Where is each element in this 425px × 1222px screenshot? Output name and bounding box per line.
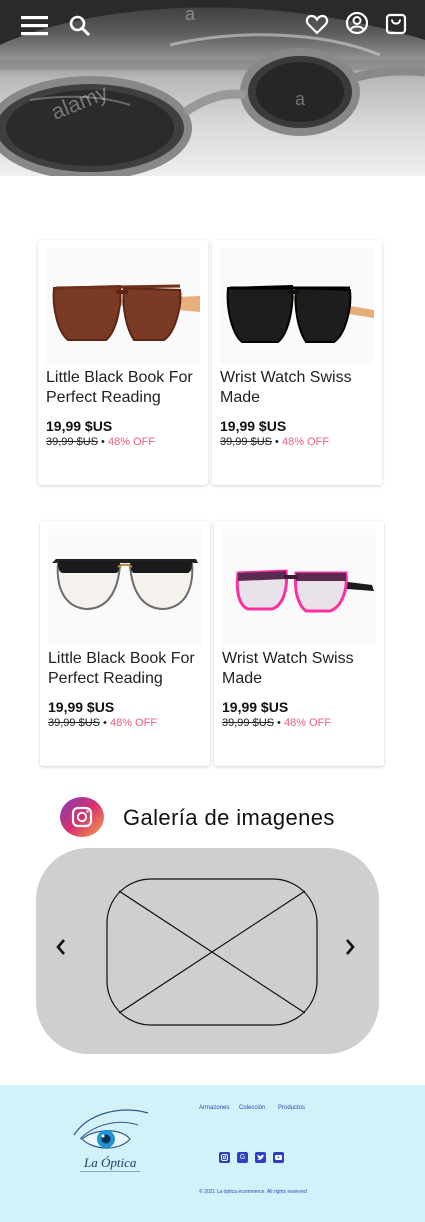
product-title[interactable]: Little Black Book For Perfect Reading [46, 368, 206, 408]
footer: La Óptica Armazones Colección Productos … [0, 1085, 425, 1222]
shopping-bag-icon[interactable] [384, 11, 408, 40]
product-price: 19,99 $US [220, 418, 287, 434]
product-title[interactable]: Wrist Watch Swiss Made [220, 368, 380, 408]
svg-text:a: a [185, 4, 196, 24]
product-card[interactable]: Little Black Book For Perfect Reading 19… [40, 521, 210, 766]
product-old-price-row: 39,99 $US • 48% OFF [222, 717, 331, 729]
menu-icon[interactable] [20, 14, 50, 43]
twitter-icon[interactable] [255, 1152, 266, 1163]
product-title[interactable]: Little Black Book For Perfect Reading [48, 649, 208, 689]
product-title[interactable]: Wrist Watch Swiss Made [222, 649, 382, 689]
heart-icon[interactable] [305, 12, 329, 41]
separator: • [275, 436, 279, 448]
account-icon[interactable] [345, 11, 369, 40]
footer-link-coleccion[interactable]: Colección [239, 1105, 265, 1111]
footer-link-armazones[interactable]: Armazones [199, 1105, 229, 1111]
discount-badge: 48% OFF [109, 717, 158, 729]
gallery-title: Galería de imagenes [123, 805, 335, 830]
youtube-icon[interactable] [273, 1152, 284, 1163]
instagram-icon[interactable] [60, 797, 104, 837]
svg-text:a: a [295, 89, 306, 109]
discount-badge: 48% OFF [281, 436, 330, 448]
product-old-price-row: 39,99 $US • 48% OFF [220, 436, 329, 448]
product-card[interactable]: Little Black Book For Perfect Reading 19… [38, 240, 208, 485]
product-image [220, 248, 374, 364]
product-price: 19,99 $US [222, 699, 289, 715]
product-old-price: 39,99 $US [220, 436, 272, 448]
product-image [48, 529, 202, 645]
separator: • [101, 436, 105, 448]
discount-badge: 48% OFF [283, 717, 332, 729]
brand-logo[interactable]: La Óptica [68, 1099, 152, 1179]
google-icon[interactable]: G [237, 1152, 248, 1163]
chevron-left-icon[interactable] [55, 937, 67, 963]
chevron-right-icon[interactable] [344, 937, 356, 963]
brand-logo-text: La Óptica [80, 1155, 141, 1172]
search-icon[interactable] [68, 14, 92, 43]
product-old-price: 39,99 $US [46, 436, 98, 448]
product-price: 19,99 $US [46, 418, 113, 434]
product-price: 19,99 $US [48, 699, 115, 715]
product-old-price: 39,99 $US [48, 717, 100, 729]
product-card[interactable]: Wrist Watch Swiss Made 19,99 $US 39,99 $… [212, 240, 382, 485]
discount-badge: 48% OFF [107, 436, 156, 448]
product-old-price-row: 39,99 $US • 48% OFF [48, 717, 157, 729]
image-gallery [36, 848, 379, 1054]
footer-link-productos[interactable]: Productos [278, 1105, 305, 1111]
product-card[interactable]: Wrist Watch Swiss Made 19,99 $US 39,99 $… [214, 521, 384, 766]
separator: • [103, 717, 107, 729]
instagram-icon[interactable] [219, 1152, 230, 1163]
product-image [222, 529, 376, 645]
product-image [46, 248, 200, 364]
gallery-placeholder-image [106, 878, 318, 1031]
separator: • [277, 717, 281, 729]
copyright-text: © 2021 La óptica ecommerce. All rights r… [199, 1189, 307, 1195]
product-old-price-row: 39,99 $US • 48% OFF [46, 436, 155, 448]
product-old-price: 39,99 $US [222, 717, 274, 729]
